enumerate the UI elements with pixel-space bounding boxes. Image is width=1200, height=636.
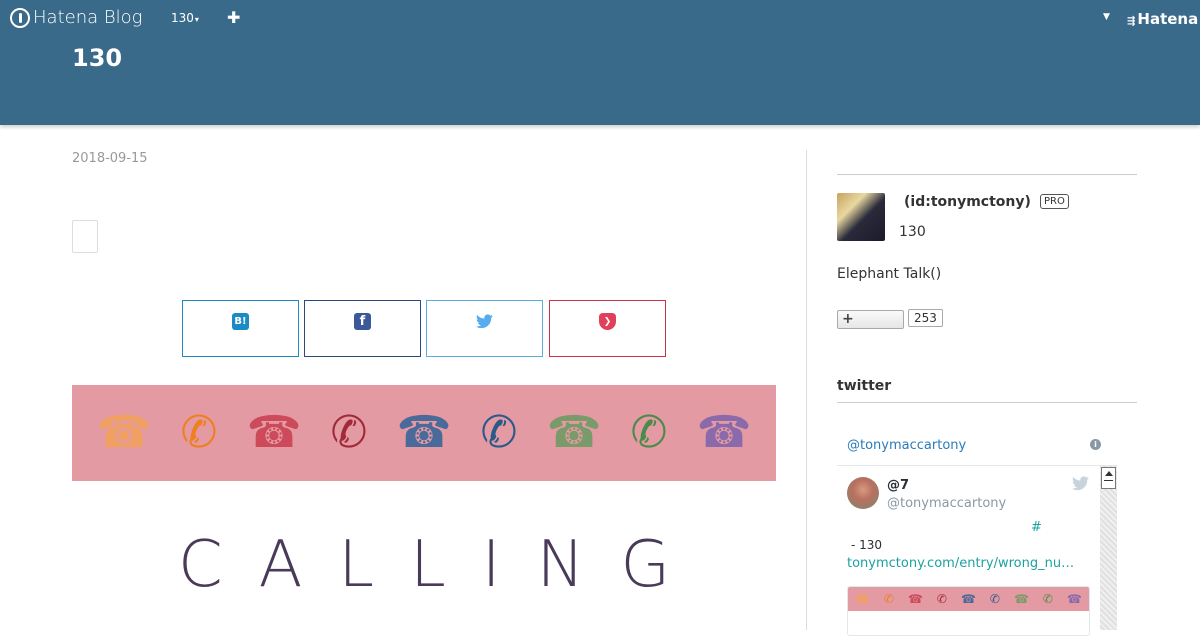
phone-icon: ✆ xyxy=(330,407,368,458)
timeline-scrollbar[interactable] xyxy=(1100,466,1117,630)
column-divider xyxy=(806,150,807,630)
timeline-divider xyxy=(837,465,1117,466)
share-pocket-button[interactable]: ❯ xyxy=(549,300,666,357)
phone-icon: ✆ xyxy=(883,592,894,606)
share-facebook-button[interactable]: f xyxy=(304,300,421,357)
calling-banner-image: ☎ ✆ ☎ ✆ ☎ ✆ ☎ ✆ ☎ xyxy=(72,385,776,481)
profile-blog-name: 130 xyxy=(899,224,926,240)
hatena-bookmark-icon: B! xyxy=(232,313,249,330)
user-menu-caret-icon[interactable]: ▼ xyxy=(1103,12,1110,22)
pro-badge: PRO xyxy=(1040,194,1069,209)
profile-id[interactable]: (id:tonymctony) xyxy=(904,194,1031,210)
follow-button[interactable]: + xyxy=(837,310,904,329)
phone-icon: ☎ xyxy=(696,407,752,458)
phone-icon: ☎ xyxy=(246,407,302,458)
tweet-hashtag[interactable]: # xyxy=(1031,520,1042,535)
share-hatena-bookmark-button[interactable]: B! xyxy=(182,300,299,357)
info-icon[interactable]: i xyxy=(1090,439,1101,450)
top-bar: Hatena Blog 130▾ ✚ ▼ ⇶ Hatena 130 xyxy=(0,0,1200,125)
phone-icon: ✆ xyxy=(630,407,668,458)
tweet-link[interactable]: tonymctony.com/entry/wrong_nu… xyxy=(847,556,1074,571)
calling-heading: CALLING xyxy=(177,528,707,602)
follower-count[interactable]: 253 xyxy=(908,309,943,327)
blog-selector-label: 130 xyxy=(171,11,194,25)
hatena-link[interactable]: ⇶ Hatena xyxy=(1127,10,1198,28)
facebook-icon: f xyxy=(354,313,371,330)
share-twitter-button[interactable] xyxy=(426,300,543,357)
phone-icon: ☎ xyxy=(396,407,452,458)
phone-icon: ☎ xyxy=(1066,592,1082,606)
blog-selector[interactable]: 130▾ xyxy=(171,11,199,25)
phone-icon: ✆ xyxy=(1042,592,1053,606)
sidebar-divider xyxy=(837,402,1137,403)
caret-down-icon: ▾ xyxy=(194,15,199,24)
phone-icon: ✆ xyxy=(480,407,518,458)
scrollbar-thumb[interactable] xyxy=(1101,467,1116,489)
phone-icon: ☎ xyxy=(1013,592,1029,606)
hatena-logo-icon xyxy=(10,7,30,28)
timeline-handle-link[interactable]: @tonymaccartony xyxy=(847,438,966,453)
phone-icon: ☎ xyxy=(546,407,602,458)
logo-text: Hatena Blog xyxy=(33,7,143,28)
tweet-author-handle[interactable]: @tonymaccartony xyxy=(887,496,1006,511)
tweet-link-card[interactable]: ☎ ✆ ☎ ✆ ☎ ✆ ☎ ✆ ☎ xyxy=(847,586,1090,636)
phone-icon: ✆ xyxy=(936,592,947,606)
tweet-avatar[interactable] xyxy=(847,477,879,509)
tweet-author-name[interactable]: @7 xyxy=(887,478,909,493)
blog-title[interactable]: 130 xyxy=(72,44,122,72)
hatena-blog-logo[interactable]: Hatena Blog xyxy=(10,7,142,28)
profile-avatar[interactable] xyxy=(837,193,885,241)
twitter-bird-icon[interactable] xyxy=(1072,476,1089,495)
phone-icon: ☎ xyxy=(96,407,152,458)
tweet-text: - 130 xyxy=(851,538,883,552)
tweet-card-image: ☎ ✆ ☎ ✆ ☎ ✆ ☎ ✆ ☎ xyxy=(848,587,1089,611)
hatena-link-label: Hatena xyxy=(1137,10,1199,28)
phone-icon: ☎ xyxy=(960,592,976,606)
phone-icon: ☎ xyxy=(907,592,923,606)
hatena-mark-icon: ⇶ xyxy=(1127,16,1136,27)
phone-icon: ✆ xyxy=(989,592,1000,606)
entry-placeholder-box xyxy=(72,220,98,253)
pocket-icon: ❯ xyxy=(599,313,616,330)
entry-date[interactable]: 2018-09-15 xyxy=(72,151,148,166)
phone-icon: ✆ xyxy=(180,407,218,458)
phone-icon: ☎ xyxy=(854,592,870,606)
add-entry-button[interactable]: ✚ xyxy=(227,8,240,27)
twitter-bird-icon xyxy=(476,313,493,330)
sidebar-divider xyxy=(837,174,1137,175)
profile-description: Elephant Talk() xyxy=(837,266,942,282)
twitter-section-heading: twitter xyxy=(837,378,892,394)
